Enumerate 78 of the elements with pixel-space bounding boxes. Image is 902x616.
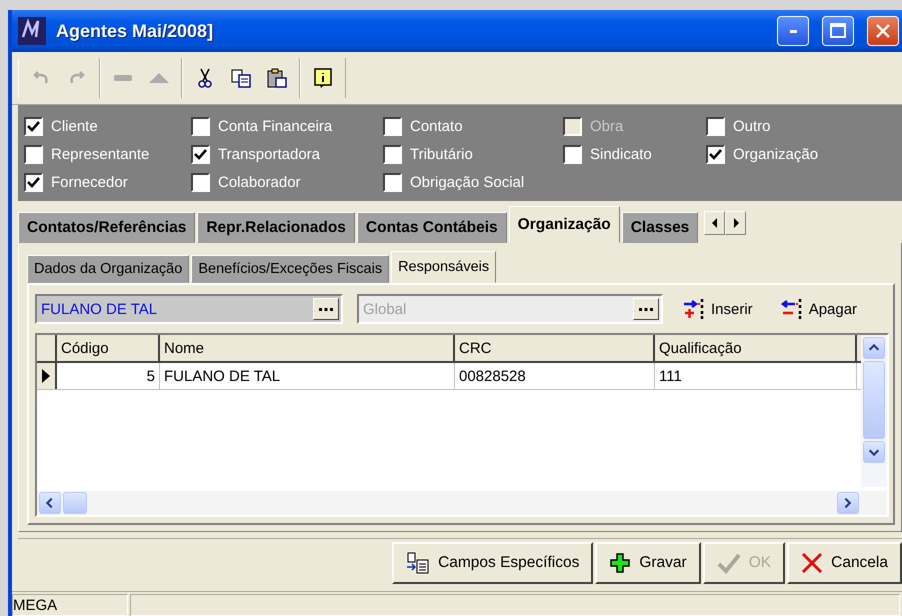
close-icon bbox=[801, 552, 824, 574]
column-header[interactable]: CRC bbox=[455, 335, 655, 361]
tab[interactable]: Dados da Organização bbox=[27, 255, 190, 283]
checkbox[interactable] bbox=[191, 145, 210, 164]
checkbox[interactable] bbox=[563, 145, 582, 164]
checkbox-label: Sindicato bbox=[590, 146, 652, 163]
checkbox[interactable] bbox=[24, 173, 43, 192]
tab[interactable]: Benefícios/Exceções Fiscais bbox=[191, 255, 390, 283]
checkbox[interactable] bbox=[383, 145, 402, 164]
column-header[interactable]: Nome bbox=[160, 335, 455, 361]
tab[interactable]: Repr.Relacionados bbox=[197, 212, 355, 243]
checkbox-label: Tributário bbox=[410, 146, 473, 163]
action-button[interactable]: Gravar bbox=[595, 542, 701, 584]
tab[interactable]: Contas Contábeis bbox=[356, 212, 507, 243]
checkbox-label: Representante bbox=[51, 146, 150, 163]
triangle-left-icon bbox=[710, 218, 719, 228]
tab[interactable]: Responsáveis bbox=[391, 251, 496, 283]
copy-icon bbox=[230, 67, 252, 89]
minimize-button[interactable] bbox=[777, 16, 809, 46]
checkbox[interactable] bbox=[706, 117, 725, 136]
checkbox[interactable] bbox=[191, 117, 210, 136]
scroll-up-button[interactable] bbox=[863, 337, 885, 359]
checkbox-label: Conta Financeira bbox=[218, 118, 332, 135]
table-cell: 5 bbox=[57, 363, 160, 389]
scroll-down-button[interactable] bbox=[863, 441, 885, 463]
scroll-left-button[interactable] bbox=[39, 492, 61, 514]
checkbox-label: Cliente bbox=[51, 118, 98, 135]
checkbox-label: Transportadora bbox=[218, 146, 320, 163]
minus-icon bbox=[114, 75, 132, 81]
lookup-field[interactable]: FULANO DE TAL bbox=[35, 294, 343, 324]
checkbox[interactable] bbox=[383, 117, 402, 136]
app-logo-icon bbox=[18, 17, 46, 45]
checkbox[interactable] bbox=[24, 117, 43, 136]
vertical-scrollbar[interactable] bbox=[861, 335, 887, 487]
checkmark-icon bbox=[716, 552, 741, 574]
checkbox-label: Colaborador bbox=[218, 174, 301, 191]
checkbox-label: Contato bbox=[410, 118, 463, 135]
maximize-icon bbox=[829, 22, 847, 40]
scrollbar-thumb[interactable] bbox=[863, 361, 885, 439]
checkbox-label: Fornecedor bbox=[51, 174, 128, 191]
close-button[interactable] bbox=[867, 16, 899, 46]
checkbox[interactable] bbox=[706, 145, 725, 164]
action-button[interactable]: Cancela bbox=[787, 542, 902, 584]
paste-icon bbox=[266, 67, 288, 89]
ellipsis-button[interactable] bbox=[313, 298, 339, 320]
tab[interactable]: Organização bbox=[508, 206, 620, 243]
ellipsis-icon bbox=[639, 308, 653, 310]
plus-icon bbox=[609, 552, 632, 574]
checkbox-label: Obra bbox=[590, 118, 624, 135]
info-icon bbox=[312, 67, 334, 89]
checkbox-label: Outro bbox=[733, 118, 771, 135]
checkbox-label: Organização bbox=[733, 146, 818, 163]
checkbox[interactable] bbox=[191, 173, 210, 192]
horizontal-scrollbar[interactable] bbox=[37, 491, 887, 515]
document-list-icon bbox=[406, 552, 430, 574]
triangle-right-icon bbox=[732, 218, 740, 228]
tab[interactable]: Classes bbox=[622, 212, 698, 243]
table-cell: 111 bbox=[655, 363, 857, 389]
close-icon bbox=[875, 23, 891, 39]
checkbox[interactable] bbox=[383, 173, 402, 192]
maximize-button[interactable] bbox=[822, 16, 854, 46]
toolbar-button[interactable]: Inserir bbox=[677, 295, 759, 323]
triangle-up-icon bbox=[149, 73, 169, 83]
scroll-right-button[interactable] bbox=[837, 492, 859, 514]
minimize-icon bbox=[790, 30, 796, 32]
window-title: Agentes Mai/2008] bbox=[56, 20, 214, 42]
toolbar-button[interactable]: Apagar bbox=[774, 295, 864, 323]
ellipsis-icon bbox=[319, 308, 333, 310]
table-cell: 00828528 bbox=[455, 363, 655, 389]
checkbox-label: Obrigação Social bbox=[410, 174, 524, 191]
column-header[interactable]: Qualificação bbox=[655, 335, 857, 361]
column-header[interactable]: Código bbox=[57, 335, 160, 361]
action-button[interactable]: Campos Específicos bbox=[392, 542, 594, 584]
status-text: MEGA bbox=[12, 594, 128, 616]
table-cell: FULANO DE TAL bbox=[160, 363, 455, 389]
tab[interactable]: Contatos/Referências bbox=[18, 212, 196, 243]
scrollbar-thumb[interactable] bbox=[63, 492, 87, 514]
checkbox[interactable] bbox=[24, 145, 43, 164]
